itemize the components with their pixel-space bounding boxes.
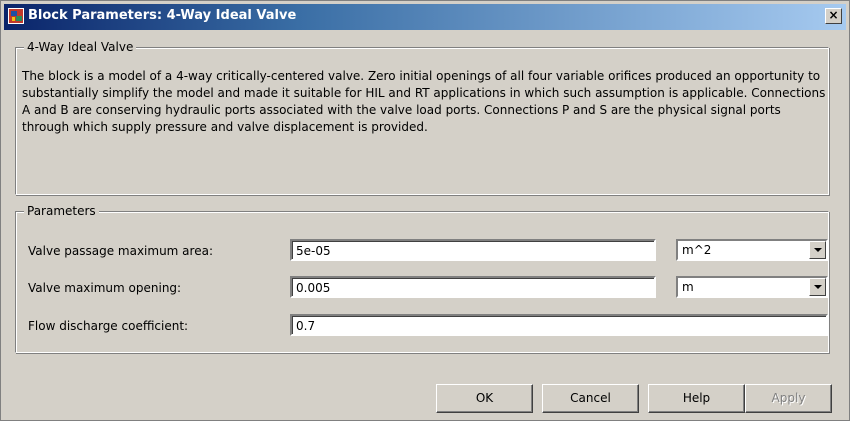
cancel-button[interactable]: Cancel: [542, 384, 639, 413]
help-button[interactable]: Help: [648, 384, 745, 413]
block-parameters-dialog: Block Parameters: 4-Way Ideal Valve × 4-…: [0, 0, 850, 421]
description-group-legend: 4-Way Ideal Valve: [24, 40, 137, 54]
valve-max-opening-unit-value: m: [682, 280, 694, 294]
valve-max-opening-unit-dropdown-button[interactable]: [809, 278, 826, 296]
valve-passage-max-area-unit-dropdown-button[interactable]: [809, 241, 826, 259]
valve-max-opening-unit-select[interactable]: m: [676, 276, 828, 298]
chevron-down-icon: [814, 248, 822, 252]
valve-passage-max-area-unit-select[interactable]: m^2: [676, 239, 828, 261]
title-bar[interactable]: Block Parameters: 4-Way Ideal Valve ×: [4, 4, 846, 30]
simulink-block-icon: [8, 8, 24, 24]
flow-discharge-coefficient-label: Flow discharge coefficient:: [28, 319, 189, 333]
close-button[interactable]: ×: [825, 8, 842, 24]
close-icon: ×: [828, 8, 839, 22]
ok-button[interactable]: OK: [436, 384, 533, 413]
apply-button[interactable]: Apply: [745, 384, 832, 413]
valve-passage-max-area-input[interactable]: 5e-05: [290, 239, 656, 261]
window-title: Block Parameters: 4-Way Ideal Valve: [28, 8, 297, 23]
chevron-down-icon: [814, 285, 822, 289]
parameters-group: Parameters Valve passage maximum area: 5…: [15, 204, 829, 353]
flow-discharge-coefficient-input[interactable]: 0.7: [290, 314, 828, 336]
valve-passage-max-area-unit-value: m^2: [682, 243, 712, 257]
valve-max-opening-input[interactable]: 0.005: [290, 276, 656, 298]
block-description-text: The block is a model of a 4-way critical…: [22, 69, 826, 134]
valve-passage-max-area-label: Valve passage maximum area:: [28, 244, 213, 258]
valve-max-opening-label: Valve maximum opening:: [28, 281, 182, 295]
description-group: 4-Way Ideal Valve The block is a model o…: [15, 40, 829, 195]
parameters-group-legend: Parameters: [24, 204, 99, 218]
